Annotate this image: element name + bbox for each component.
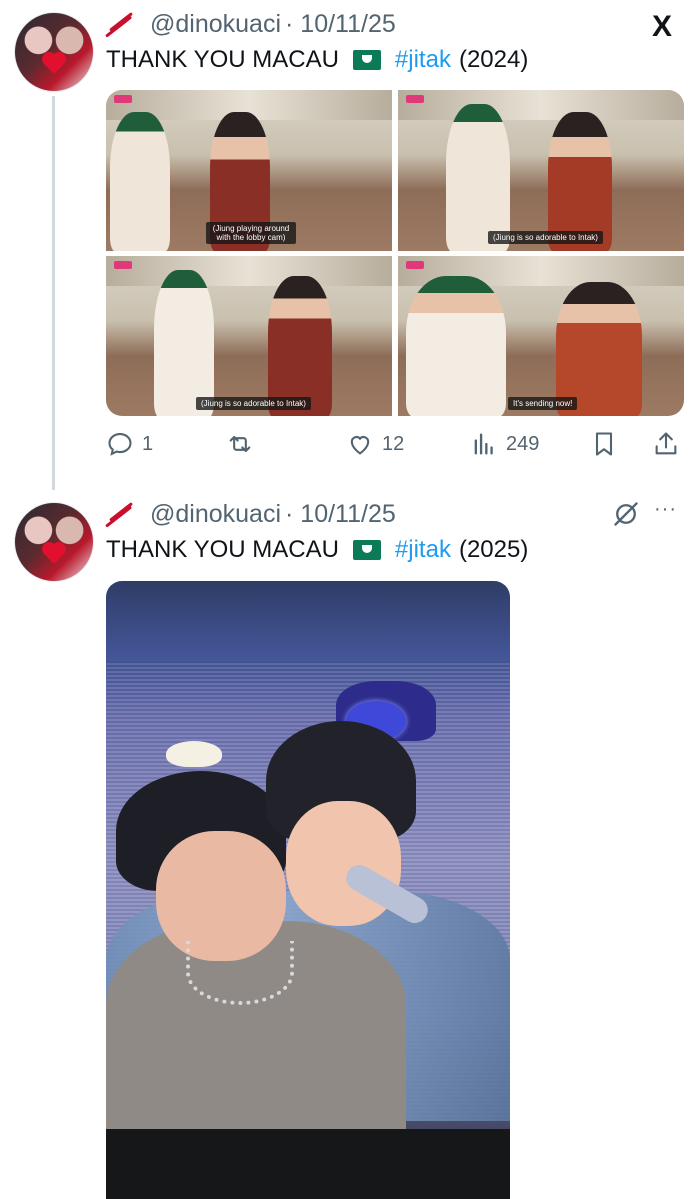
reply-button[interactable]: 1: [106, 430, 153, 458]
macau-flag-icon: [352, 50, 381, 70]
media-thumb[interactable]: (Jiung playing around with the lobby cam…: [106, 90, 392, 251]
post-text-main: THANK YOU MACAU: [106, 536, 339, 563]
concert-photo[interactable]: [106, 581, 510, 1199]
chopsticks-emoji-icon: [105, 11, 136, 38]
media-thumb[interactable]: (Jiung is so adorable to Intak): [106, 256, 392, 416]
more-options-icon[interactable]: ···: [654, 498, 677, 521]
chopsticks-emoji-icon: [105, 501, 136, 528]
post-text: THANK YOU MACAU #jitak (2025): [106, 536, 528, 564]
avatar[interactable]: [14, 12, 94, 92]
share-icon: [655, 432, 677, 455]
post-year: (2025): [458, 536, 529, 563]
avatar[interactable]: [14, 502, 94, 582]
post-text: THANK YOU MACAU #jitak (2024): [106, 46, 528, 74]
user-handle[interactable]: @dinokuaci: [150, 10, 281, 39]
share-button[interactable]: [652, 430, 680, 458]
hashtag-link[interactable]: #jitak: [395, 536, 451, 564]
macau-flag-icon: [352, 540, 381, 560]
x-logo[interactable]: X: [652, 10, 672, 44]
thumb-caption: (Jiung is so adorable to Intak): [196, 397, 311, 410]
post-text-main: THANK YOU MACAU: [106, 46, 339, 73]
media-grid[interactable]: (Jiung playing around with the lobby cam…: [106, 90, 684, 416]
post-header: @dinokuaci · 10/11/25: [105, 10, 396, 39]
views-icon: [474, 433, 493, 455]
hashtag-link[interactable]: #jitak: [395, 46, 451, 74]
retweet-icon: [229, 435, 251, 453]
like-count: 12: [382, 432, 405, 455]
bookmark-button[interactable]: [590, 430, 618, 458]
media-thumb[interactable]: It's sending now!: [398, 256, 684, 416]
thumb-caption: It's sending now!: [508, 397, 578, 410]
user-handle[interactable]: @dinokuaci: [150, 500, 281, 529]
thread-line: [52, 96, 55, 490]
retweet-button[interactable]: [226, 430, 262, 458]
grok-icon[interactable]: [612, 500, 640, 533]
reply-icon: [108, 433, 132, 456]
views-button[interactable]: 249: [470, 430, 539, 458]
post-date[interactable]: · 10/11/25: [285, 10, 396, 39]
post-year: (2024): [458, 46, 529, 73]
thumb-caption: (Jiung is so adorable to Intak): [488, 231, 603, 244]
bookmark-icon: [595, 432, 613, 456]
media-thumb[interactable]: (Jiung is so adorable to Intak): [398, 90, 684, 251]
post-date[interactable]: · 10/11/25: [285, 500, 396, 529]
views-count: 249: [506, 432, 540, 455]
like-button[interactable]: 12: [346, 430, 404, 458]
post-header: @dinokuaci · 10/11/25: [105, 500, 396, 529]
reply-count: 1: [142, 432, 154, 455]
thumb-caption: (Jiung playing around with the lobby cam…: [206, 222, 296, 244]
heart-icon: [350, 436, 370, 455]
action-bar: 1 12 249: [106, 430, 682, 460]
